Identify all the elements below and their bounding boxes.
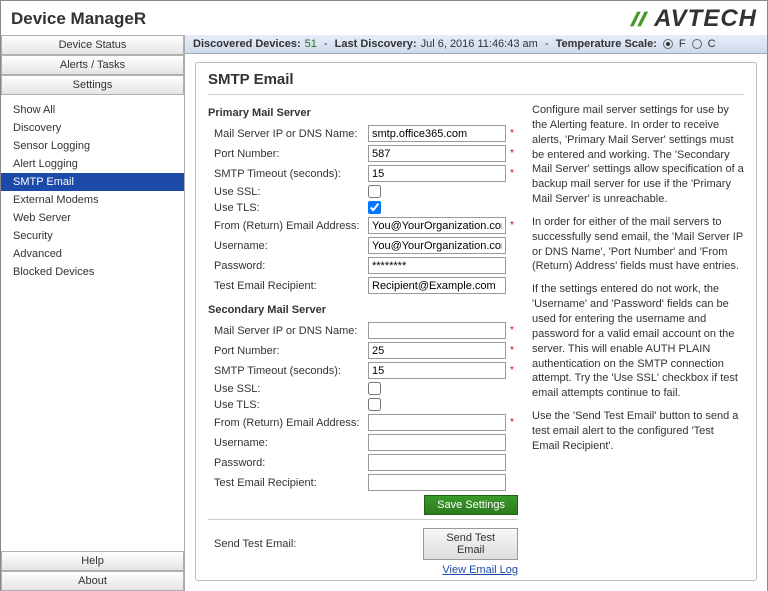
secondary-title: Secondary Mail Server [208,304,518,316]
sidebar-item-blocked-devices[interactable]: Blocked Devices [1,263,184,281]
discovered-label: Discovered Devices: [193,38,301,50]
nav-about[interactable]: About [1,571,184,591]
sidebar-item-discovery[interactable]: Discovery [1,119,184,137]
primary-pass-input[interactable] [368,257,506,274]
discovered-count: 51 [305,38,317,50]
panel-title: SMTP Email [208,71,744,88]
sidebar-item-advanced[interactable]: Advanced [1,245,184,263]
status-bar: Discovered Devices: 51 - Last Discovery:… [185,35,767,54]
last-discovery-label: Last Discovery: [335,38,417,50]
help-text: Configure mail server settings for use b… [532,103,744,576]
nav-help[interactable]: Help [1,551,184,571]
secondary-timeout-input[interactable] [368,362,506,379]
view-email-log-link[interactable]: View Email Log [442,564,518,576]
primary-server-input[interactable] [368,125,506,142]
sidebar-item-security[interactable]: Security [1,227,184,245]
brand-icon [628,8,650,30]
primary-timeout-input[interactable] [368,165,506,182]
nav-settings[interactable]: Settings [1,75,184,95]
app-title: Device ManageR [11,9,146,29]
sidebar: Device Status Alerts / Tasks Settings Sh… [1,35,185,591]
secondary-port-input[interactable] [368,342,506,359]
temp-scale-label: Temperature Scale: [556,38,657,50]
primary-title: Primary Mail Server [208,107,518,119]
secondary-user-input[interactable] [368,434,506,451]
primary-recipient-input[interactable] [368,277,506,294]
sidebar-item-alert-logging[interactable]: Alert Logging [1,155,184,173]
secondary-recipient-input[interactable] [368,474,506,491]
secondary-ssl-checkbox[interactable] [368,382,381,395]
primary-tls-checkbox[interactable] [368,201,381,214]
primary-user-input[interactable] [368,237,506,254]
secondary-from-input[interactable] [368,414,506,431]
sidebar-item-smtp-email[interactable]: SMTP Email [1,173,184,191]
sidebar-item-external-modems[interactable]: External Modems [1,191,184,209]
sidebar-item-show-all[interactable]: Show All [1,101,184,119]
sidebar-item-sensor-logging[interactable]: Sensor Logging [1,137,184,155]
primary-port-input[interactable] [368,145,506,162]
sidebar-item-web-server[interactable]: Web Server [1,209,184,227]
primary-ssl-checkbox[interactable] [368,185,381,198]
temp-c-radio[interactable] [692,39,702,49]
primary-from-input[interactable] [368,217,506,234]
temp-f-radio[interactable] [663,39,673,49]
secondary-server-input[interactable] [368,322,506,339]
smtp-panel: SMTP Email Primary Mail Server Mail Serv… [195,62,757,581]
nav-device-status[interactable]: Device Status [1,35,184,55]
brand-logo: AVTECH [628,5,757,33]
nav-alerts-tasks[interactable]: Alerts / Tasks [1,55,184,75]
last-discovery-value: Jul 6, 2016 11:46:43 am [421,38,538,50]
send-test-email-button[interactable]: Send Test Email [423,528,518,560]
secondary-pass-input[interactable] [368,454,506,471]
save-settings-button[interactable]: Save Settings [424,495,518,515]
settings-nav-list: Show All Discovery Sensor Logging Alert … [1,95,184,551]
secondary-tls-checkbox[interactable] [368,398,381,411]
